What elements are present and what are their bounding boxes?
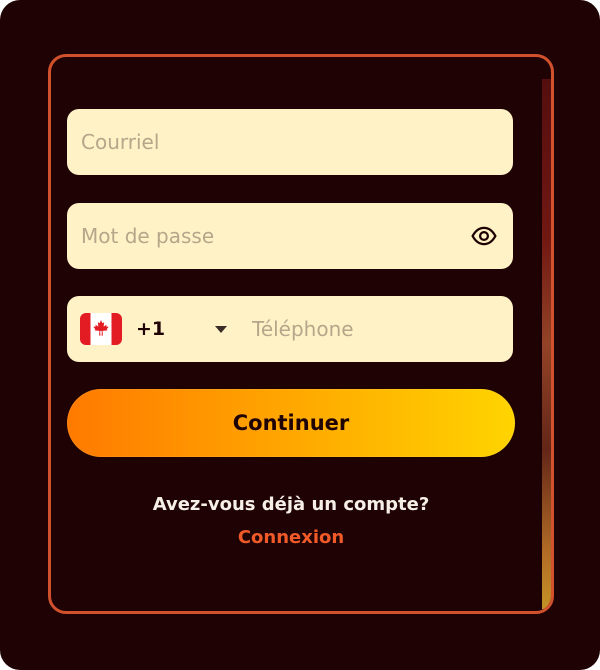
continue-button[interactable]: Continuer — [67, 389, 515, 457]
login-link[interactable]: Connexion — [51, 527, 531, 548]
login-prompt: Avez-vous déjà un compte? — [152, 494, 430, 515]
background-art-strip — [542, 79, 551, 609]
page-background: +1 Continuer Avez-vous déjà un compte? C… — [0, 0, 600, 670]
eye-icon[interactable] — [469, 221, 499, 251]
country-code-select[interactable]: +1 — [67, 296, 227, 362]
chevron-down-icon — [215, 325, 227, 333]
email-field[interactable] — [67, 109, 513, 175]
signup-card: +1 Continuer Avez-vous déjà un compte? C… — [48, 54, 554, 614]
phone-field[interactable]: +1 — [67, 296, 513, 362]
dial-code: +1 — [136, 318, 166, 340]
canada-flag-icon — [80, 313, 122, 345]
phone-input[interactable] — [227, 296, 513, 362]
password-field[interactable] — [67, 203, 513, 269]
email-input[interactable] — [67, 109, 513, 175]
password-input[interactable] — [67, 203, 469, 269]
